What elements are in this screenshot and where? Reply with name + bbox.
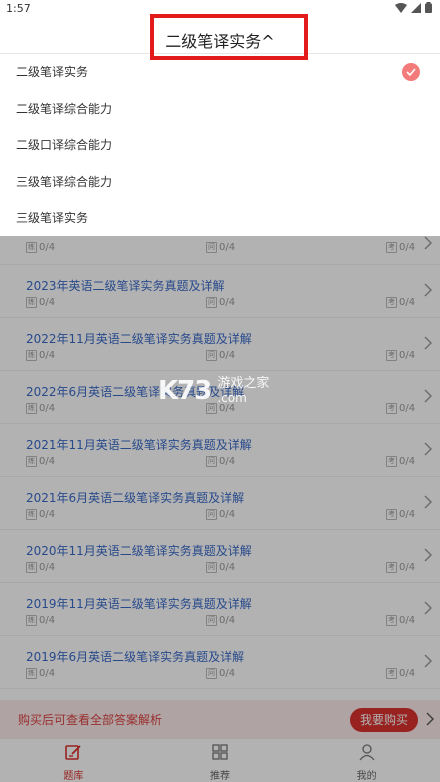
dropdown-item[interactable]: 二级口译综合能力 (0, 127, 440, 164)
dropdown-item[interactable]: 三级笔译综合能力 (0, 164, 440, 201)
status-time: 1:57 (6, 2, 31, 15)
dropdown-item-label: 三级笔译实务 (16, 211, 89, 225)
status-icons (395, 2, 432, 13)
battery-icon (425, 2, 432, 13)
dropdown-item-label: 二级笔译实务 (16, 65, 89, 79)
k73-watermark: K73 游戏之家 .com (158, 376, 269, 406)
wifi-icon (395, 2, 407, 13)
watermark-logo: K73 (158, 376, 212, 406)
title-bar: 二级笔译实务^ (0, 14, 440, 60)
check-icon (402, 63, 420, 81)
dropdown-item[interactable]: 二级笔译综合能力 (0, 91, 440, 128)
signal-icon (411, 2, 421, 13)
watermark-url: .com (217, 391, 247, 405)
watermark-text: 游戏之家 .com (217, 376, 270, 406)
subject-selector-title[interactable]: 二级笔译实务^ (0, 28, 440, 52)
dropdown-item-label: 三级笔译综合能力 (16, 174, 113, 189)
dropdown-item[interactable]: 三级笔译实务 (0, 200, 440, 237)
dropdown-dim-overlay[interactable] (0, 236, 440, 782)
subject-dropdown: 二级笔译实务 二级笔译综合能力 二级口译综合能力 三级笔译综合能力 三级笔译实务 (0, 54, 440, 236)
watermark-site: 游戏之家 (217, 376, 270, 391)
dropdown-item-label: 二级笔译综合能力 (16, 101, 113, 116)
dropdown-item-label: 二级口译综合能力 (16, 138, 113, 152)
